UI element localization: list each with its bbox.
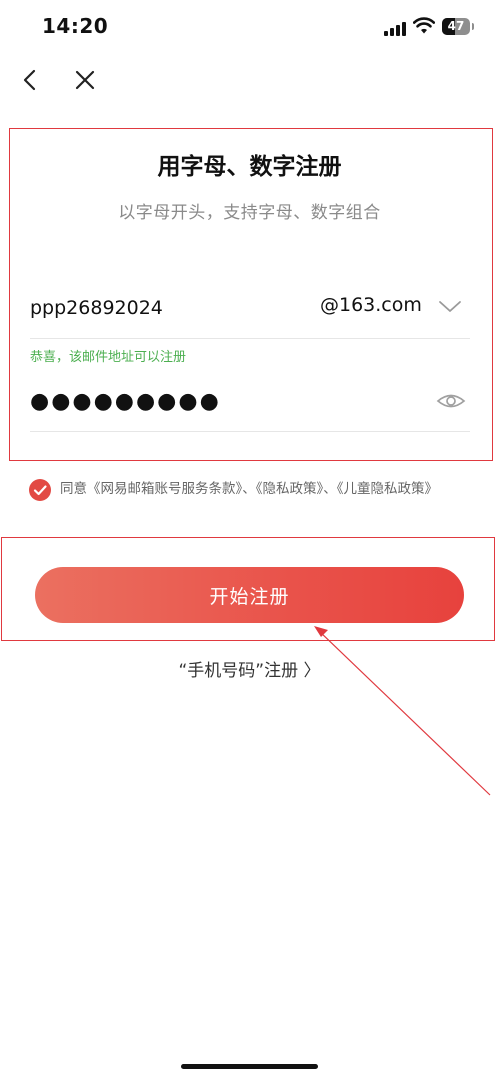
email-divider [30,338,470,339]
domain-select[interactable]: @163.com [320,290,470,326]
status-bar: 14:20 47 [0,0,499,54]
availability-message: 恭喜，该邮件地址可以注册 [30,350,187,365]
password-divider [30,431,470,432]
agree-checkbox[interactable] [29,479,51,501]
home-indicator [181,1064,318,1069]
battery-level: 47 [447,19,465,33]
status-time: 14:20 [42,14,109,38]
checkmark-icon [33,485,47,496]
battery-icon: 47 [442,18,470,35]
wifi-icon [413,17,435,34]
chevron-down-icon [439,301,461,312]
start-register-button[interactable]: 开始注册 [35,567,464,623]
close-icon[interactable] [72,66,98,94]
phone-register-link[interactable]: “手机号码”注册 〉 [0,656,499,681]
cellular-signal-icon [384,20,408,36]
password-input[interactable] [30,385,410,417]
agreement-text[interactable]: 同意《网易邮箱账号服务条款》、《隐私政策》、《儿童隐私政策》 [60,480,470,498]
page-subtitle: 以字母开头，支持字母、数字组合 [118,203,381,223]
eye-icon[interactable] [436,390,466,412]
email-username-input[interactable] [30,292,290,324]
page-title: 用字母、数字注册 [157,154,342,180]
chevron-left-icon[interactable] [18,66,44,94]
battery-cap [472,23,474,30]
domain-value: @163.com [320,294,422,316]
